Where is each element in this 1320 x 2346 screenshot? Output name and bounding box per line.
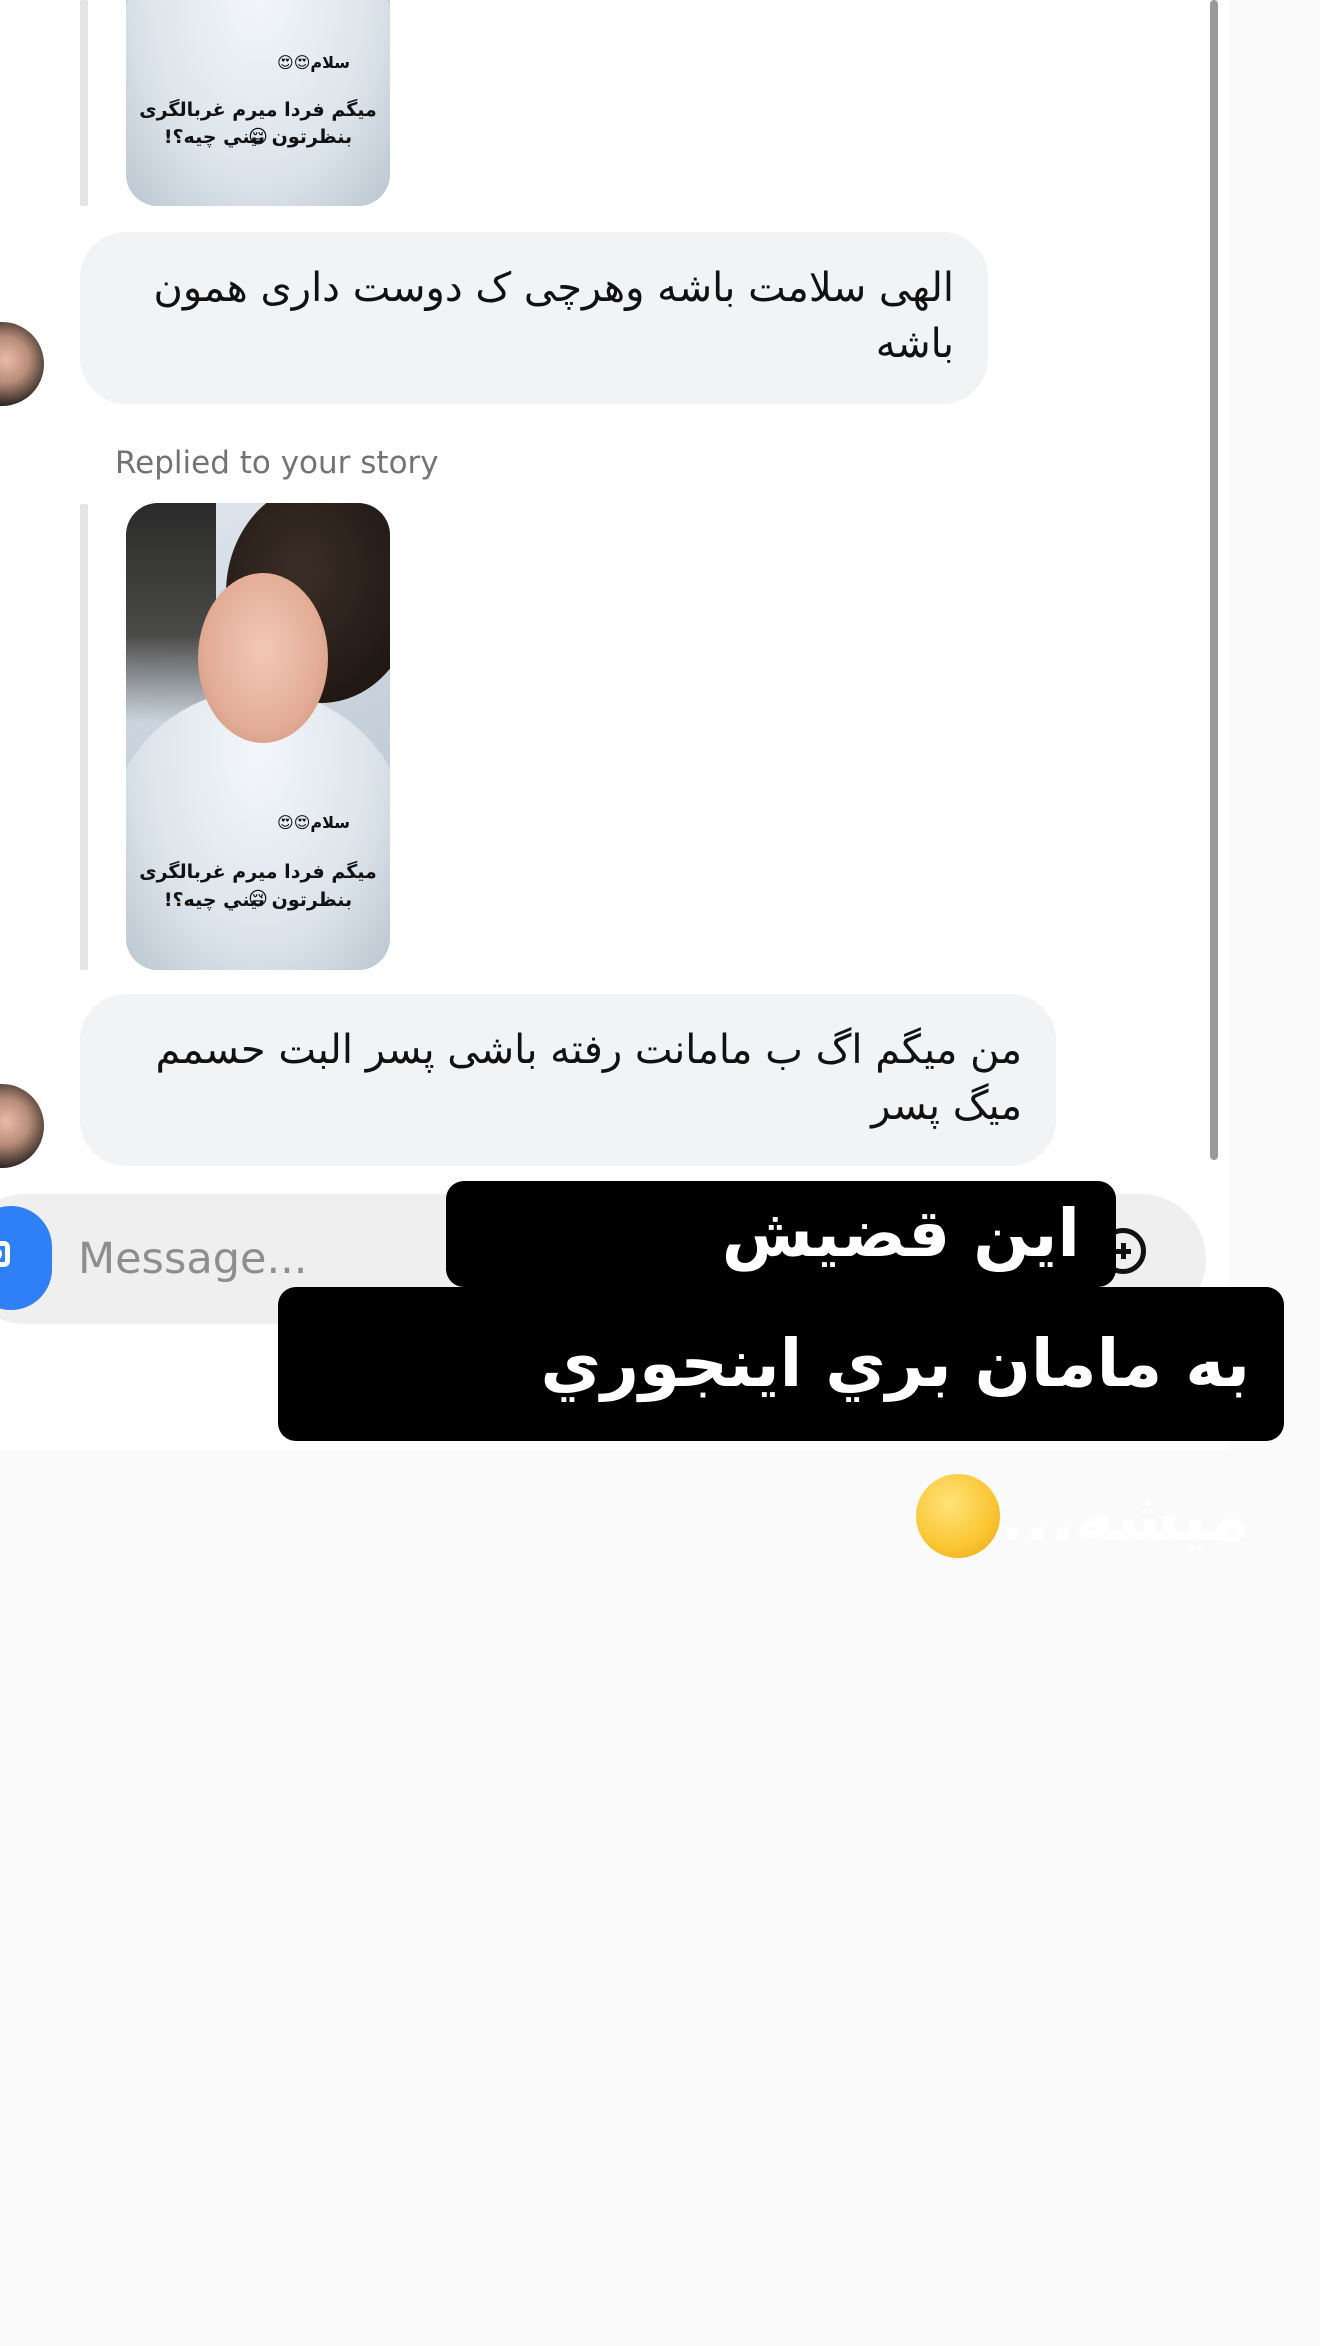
story-salam-text: سلام😍😍 xyxy=(277,813,350,832)
story-salam-text: سلام😍😍 xyxy=(277,53,350,72)
story-caption-line: بنظرتون نيني چيه؟! xyxy=(163,889,353,911)
message-text-line: باشه xyxy=(875,321,954,367)
story-image-face xyxy=(198,573,328,743)
overlay-caption-line: به مامان بري اينجوري ميشه... xyxy=(278,1287,1284,1558)
thinking-face-icon xyxy=(915,1473,1000,1558)
story-caption-line: بنظرتون نيني چيه؟! xyxy=(163,126,353,148)
story-thumbnail[interactable]: سلام😍😍 میگم فردا میرم غربالگری😔 بنظرتون … xyxy=(126,503,390,970)
overlay-caption-line: این قضیش چجوریه؟! xyxy=(446,1181,1116,1378)
story-thumbnail[interactable]: سلام😍😍 میگم فردا میرم غربالگری😔 بنظرتون … xyxy=(126,0,390,206)
sender-avatar[interactable] xyxy=(0,322,44,406)
message-bubble[interactable]: الهی سلامت باشه وهرچی ک دوست داری همون ب… xyxy=(80,232,988,404)
overlay-caption-text: به مامان بري اينجوري ميشه... xyxy=(540,1325,1250,1556)
message-text-line: من میگم اگ ب مامانت رفته باشی پسر البت ح… xyxy=(155,1027,1022,1073)
chat-screen: سلام😍😍 میگم فردا میرم غربالگری😔 بنظرتون … xyxy=(0,0,1320,2346)
sender-avatar[interactable] xyxy=(0,1084,44,1168)
reply-thread-bar xyxy=(80,0,88,206)
message-text-line: الهی سلامت باشه وهرچی ک دوست داری همون xyxy=(153,265,954,311)
replied-to-story-label: Replied to your story xyxy=(115,445,439,481)
scrollbar[interactable] xyxy=(1210,0,1218,1160)
message-text-line: میگ پسر xyxy=(871,1083,1022,1129)
message-bubble[interactable]: من میگم اگ ب مامانت رفته باشی پسر البت ح… xyxy=(80,994,1056,1166)
reply-thread-bar xyxy=(80,504,88,970)
